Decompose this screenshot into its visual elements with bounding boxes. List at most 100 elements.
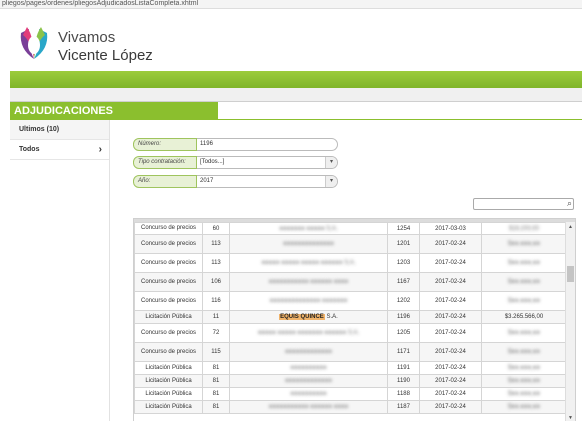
sidebar-item-todos[interactable]: Todos › <box>10 140 109 160</box>
sidebar: Ultimos (10) Todos › <box>10 120 110 421</box>
cell-monto-text: $●●.●●●,●● <box>507 260 541 266</box>
cell-monto-text: $3.265.566,00 <box>504 314 544 320</box>
cell-tipo-text: Concurso de precios <box>140 225 197 232</box>
cell-monto-text: $●●.●●●,●● <box>507 365 541 371</box>
cell-proveedor-text: ●●●●●●●●●●● ●●●●●● ●●●● <box>268 279 349 285</box>
cell-numero-text: 113 <box>211 241 221 247</box>
cell-fecha-text: 2017-02-24 <box>435 279 466 285</box>
search-input[interactable]: ⌕ <box>473 198 574 210</box>
filter-anio: Año: 2017 ▾ <box>133 175 338 188</box>
table-row[interactable]: Concurso de precios 113 ●●●●●●●●●●●●●● 1201… <box>134 234 567 254</box>
cell-tipo: Concurso de precios <box>134 234 203 254</box>
cell-fecha-text: 2017-03-03 <box>435 225 466 232</box>
table-row[interactable]: Concurso de precios 116 ●●●●●●●●●●●●●● ●●●… <box>134 291 567 311</box>
results-grid: Concurso de precios 60 ●●●●●●● ●●●●● S.A. 1… <box>133 218 576 421</box>
cell-tipo: Licitación Pública <box>134 400 203 414</box>
cell-proveedor-text: ●●●●●●● ●●●●● S.A. <box>279 225 338 232</box>
cell-monto: $●●.●●●,●● <box>481 323 567 343</box>
cell-numero-text: 72 <box>212 330 220 336</box>
cell-monto-text: $●●.●●●,●● <box>507 330 541 336</box>
cell-monto-text: $●●.●●●,●● <box>507 404 541 410</box>
scroll-down-icon[interactable]: ▼ <box>568 415 573 421</box>
cell-expediente: 1196 <box>387 310 420 324</box>
chevron-right-icon: › <box>98 144 102 155</box>
cell-numero-text: 81 <box>212 378 220 384</box>
tipo-contratacion-select[interactable]: [Todos...] ▾ <box>197 156 338 169</box>
cell-expediente: 1190 <box>387 374 420 388</box>
cell-monto: $●●.●●●,●● <box>481 272 567 292</box>
cell-expediente: 1205 <box>387 323 420 343</box>
numero-input[interactable]: 1196 <box>197 138 338 151</box>
filter-tipo: Tipo contratación: [Todos...] ▾ <box>133 156 338 169</box>
cell-proveedor-text: ●●●●●●●●●● <box>290 365 327 371</box>
cell-expediente-text: 1171 <box>397 349 410 355</box>
cell-proveedor: ●●●●● ●●●●● ●●●●● ●●●●●● S.A. <box>229 253 388 273</box>
scroll-thumb[interactable] <box>567 266 574 282</box>
cell-tipo: Concurso de precios <box>134 253 203 273</box>
sidebar-item-ultimos[interactable]: Ultimos (10) <box>10 120 109 140</box>
cell-tipo: Concurso de precios <box>134 272 203 292</box>
cell-expediente-text: 1188 <box>397 391 410 397</box>
table-row[interactable]: Licitación Pública 81 ●●●●●●●●●●● ●●●●●● ●… <box>134 400 567 414</box>
table-row[interactable]: Licitación Pública 11 EQUIS QUINCE S.A. 119… <box>134 310 567 324</box>
cell-fecha-text: 2017-02-24 <box>435 241 466 247</box>
cell-numero: 11 <box>202 310 230 324</box>
cell-tipo: Concurso de precios <box>134 222 203 235</box>
cell-fecha: 2017-02-24 <box>419 234 482 254</box>
vicente-lopez-logo-icon[interactable] <box>17 23 51 61</box>
cell-fecha: 2017-02-24 <box>419 323 482 343</box>
cell-expediente: 1171 <box>387 342 420 362</box>
table-row[interactable]: Concurso de precios 115 ●●●●●●●●●●●●● 1171 2… <box>134 342 567 362</box>
table-row[interactable]: Licitación Pública 81 ●●●●●●●●●● 1188 2017-0… <box>134 387 567 401</box>
cell-numero-text: 113 <box>211 260 221 266</box>
table-row[interactable]: Concurso de precios 60 ●●●●●●● ●●●●● S.A. 1… <box>134 222 567 235</box>
cell-numero-text: 81 <box>212 365 220 371</box>
table-row[interactable]: Licitación Pública 81 ●●●●●●●●●● 1191 2017-0… <box>134 361 567 375</box>
site-header: Vivamos Vicente López <box>0 9 582 71</box>
cell-tipo-text: Licitación Pública <box>145 403 192 410</box>
sidebar-item-label: Todos <box>19 146 40 153</box>
table-row[interactable]: Concurso de precios 106 ●●●●●●●●●●● ●●●●●●… <box>134 272 567 292</box>
dropdown-arrow-icon[interactable]: ▾ <box>325 176 337 187</box>
cell-proveedor-text: ●●●●● ●●●●● ●●●●●●● ●●●●●● S.A. <box>257 330 360 336</box>
cell-monto: $●●.●●●,●● <box>481 374 567 388</box>
vertical-scrollbar[interactable]: ▲ ▼ <box>565 222 575 421</box>
results-table: Concurso de precios 60 ●●●●●●● ●●●●● S.A. 1… <box>134 222 567 414</box>
table-row[interactable]: Licitación Pública 81 ●●●●●●●●●●●●● 1190 201… <box>134 374 567 388</box>
cell-expediente-text: 1203 <box>396 260 411 266</box>
cell-fecha: 2017-02-24 <box>419 253 482 273</box>
cell-expediente-text: 1202 <box>396 298 411 304</box>
cell-monto: $●●.●●●,●● <box>481 400 567 414</box>
scroll-up-icon[interactable]: ▲ <box>568 224 573 230</box>
cell-proveedor-text: ●●●●● ●●●●● ●●●●● ●●●●●● S.A. <box>261 260 356 266</box>
cell-proveedor-text: ●●●●●●●●●●●●● <box>284 378 333 384</box>
search-icon[interactable]: ⌕ <box>567 198 572 209</box>
cell-monto: $●●.●●●,●● <box>481 342 567 362</box>
browser-url: pliegos/pages/ordenes/pliegosAdjudicados… <box>0 0 582 9</box>
cell-tipo: Licitación Pública <box>134 374 203 388</box>
table-row[interactable]: Concurso de precios 113 ●●●●● ●●●●● ●●●●● … <box>134 253 567 273</box>
cell-expediente-text: 1201 <box>396 241 411 247</box>
cell-expediente: 1188 <box>387 387 420 401</box>
cell-proveedor-text: ●●●●●●●●●●●●●● <box>283 241 334 247</box>
cell-expediente: 1191 <box>387 361 420 375</box>
dropdown-arrow-icon[interactable]: ▾ <box>325 157 337 168</box>
cell-numero-text: 116 <box>211 298 221 304</box>
anio-select[interactable]: 2017 ▾ <box>197 175 338 188</box>
cell-fecha-text: 2017-02-24 <box>435 314 466 320</box>
cell-tipo-text: Concurso de precios <box>140 297 197 304</box>
brand-line-1: Vivamos <box>58 29 116 46</box>
cell-proveedor-text: ●●●●●●●●●●●●●● ●●●●●●● <box>269 298 348 304</box>
cell-fecha-text: 2017-02-24 <box>435 378 466 384</box>
cell-tipo-text: Concurso de precios <box>140 240 197 247</box>
cell-proveedor: ●●●●●●●●●●● ●●●●●● ●●●● <box>229 400 388 414</box>
cell-proveedor: EQUIS QUINCE S.A. <box>229 310 388 324</box>
table-row[interactable]: Concurso de precios 72 ●●●●● ●●●●● ●●●●●●●… <box>134 323 567 343</box>
cell-fecha-text: 2017-02-24 <box>435 298 466 304</box>
cell-numero: 81 <box>202 374 230 388</box>
cell-monto-text: $●●.●●●,●● <box>507 378 541 384</box>
cell-monto-text: $●●.●●●,●● <box>507 279 541 285</box>
filter-numero: Número: 1196 <box>133 138 338 151</box>
cell-tipo: Concurso de precios <box>134 342 203 362</box>
cell-expediente-text: 1254 <box>396 225 411 232</box>
